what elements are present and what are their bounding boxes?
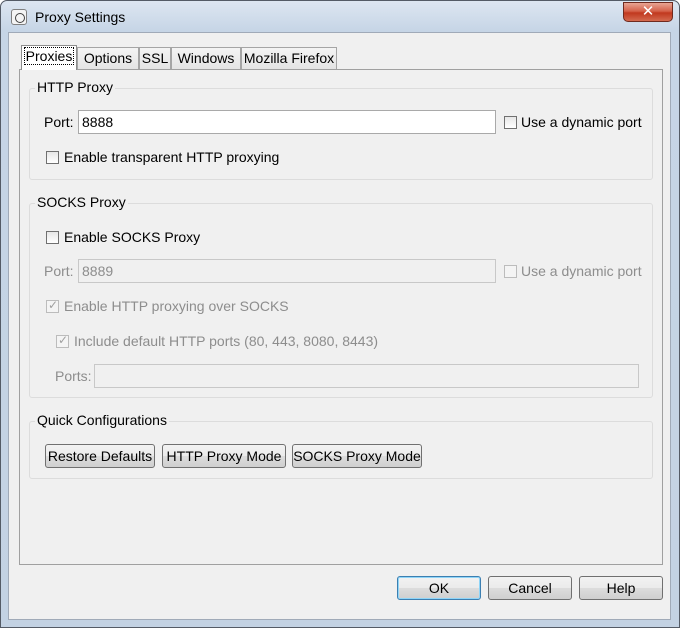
tab-proxies-label: Proxies bbox=[23, 47, 75, 65]
cancel-button[interactable]: Cancel bbox=[488, 576, 572, 600]
socks-dynamic-port-label: Use a dynamic port bbox=[521, 263, 642, 279]
ports-label: Ports: bbox=[55, 368, 92, 384]
quick-config-title: Quick Configurations bbox=[35, 412, 169, 428]
tab-options[interactable]: Options bbox=[77, 47, 139, 69]
ports-input[interactable] bbox=[94, 364, 639, 388]
proxies-panel: HTTP Proxy Port: Use a dynamic port Enab… bbox=[19, 69, 663, 565]
dialog-body: Proxies Options SSL Windows Mozilla Fire… bbox=[8, 32, 671, 620]
socks-proxy-title: SOCKS Proxy bbox=[35, 194, 128, 210]
http-over-socks-label: Enable HTTP proxying over SOCKS bbox=[64, 298, 289, 314]
tab-ssl[interactable]: SSL bbox=[139, 47, 171, 69]
proxy-settings-window: Proxy Settings ✕ Proxies Options SSL Win… bbox=[0, 0, 680, 628]
http-port-input[interactable] bbox=[78, 110, 496, 134]
ok-button[interactable]: OK bbox=[397, 576, 481, 600]
http-proxy-title: HTTP Proxy bbox=[35, 79, 115, 95]
http-over-socks-checkbox[interactable] bbox=[46, 298, 59, 313]
quick-config-group: Quick Configurations Restore Defaults HT… bbox=[29, 412, 653, 479]
enable-socks-checkbox[interactable] bbox=[46, 231, 59, 244]
http-proxy-group: HTTP Proxy Port: Use a dynamic port Enab… bbox=[29, 79, 653, 180]
socks-port-input[interactable] bbox=[78, 259, 496, 283]
socks-dynamic-port-checkbox[interactable] bbox=[504, 265, 517, 278]
tab-windows[interactable]: Windows bbox=[171, 47, 241, 69]
tab-proxies[interactable]: Proxies bbox=[21, 45, 77, 70]
http-dynamic-port-checkbox[interactable] bbox=[504, 116, 517, 129]
http-port-label: Port: bbox=[44, 114, 74, 130]
restore-defaults-button[interactable]: Restore Defaults bbox=[45, 444, 155, 468]
transparent-proxy-label: Enable transparent HTTP proxying bbox=[64, 149, 280, 165]
socks-proxy-mode-button[interactable]: SOCKS Proxy Mode bbox=[292, 444, 422, 468]
title-bar: Proxy Settings ✕ bbox=[1, 1, 679, 33]
app-icon bbox=[11, 9, 27, 25]
http-proxy-mode-button[interactable]: HTTP Proxy Mode bbox=[162, 444, 286, 468]
socks-proxy-group: SOCKS Proxy Enable SOCKS Proxy Port: Use… bbox=[29, 194, 653, 398]
help-button[interactable]: Help bbox=[579, 576, 663, 600]
http-dynamic-port-label: Use a dynamic port bbox=[521, 114, 642, 130]
enable-socks-label: Enable SOCKS Proxy bbox=[64, 229, 201, 245]
socks-port-label: Port: bbox=[44, 263, 74, 279]
include-ports-label: Include default HTTP ports (80, 443, 808… bbox=[74, 333, 379, 349]
transparent-proxy-checkbox[interactable] bbox=[46, 151, 59, 164]
window-title: Proxy Settings bbox=[35, 9, 126, 25]
include-ports-checkbox[interactable] bbox=[56, 333, 69, 348]
tab-mozilla-firefox[interactable]: Mozilla Firefox bbox=[241, 47, 337, 69]
close-button[interactable]: ✕ bbox=[623, 2, 673, 22]
